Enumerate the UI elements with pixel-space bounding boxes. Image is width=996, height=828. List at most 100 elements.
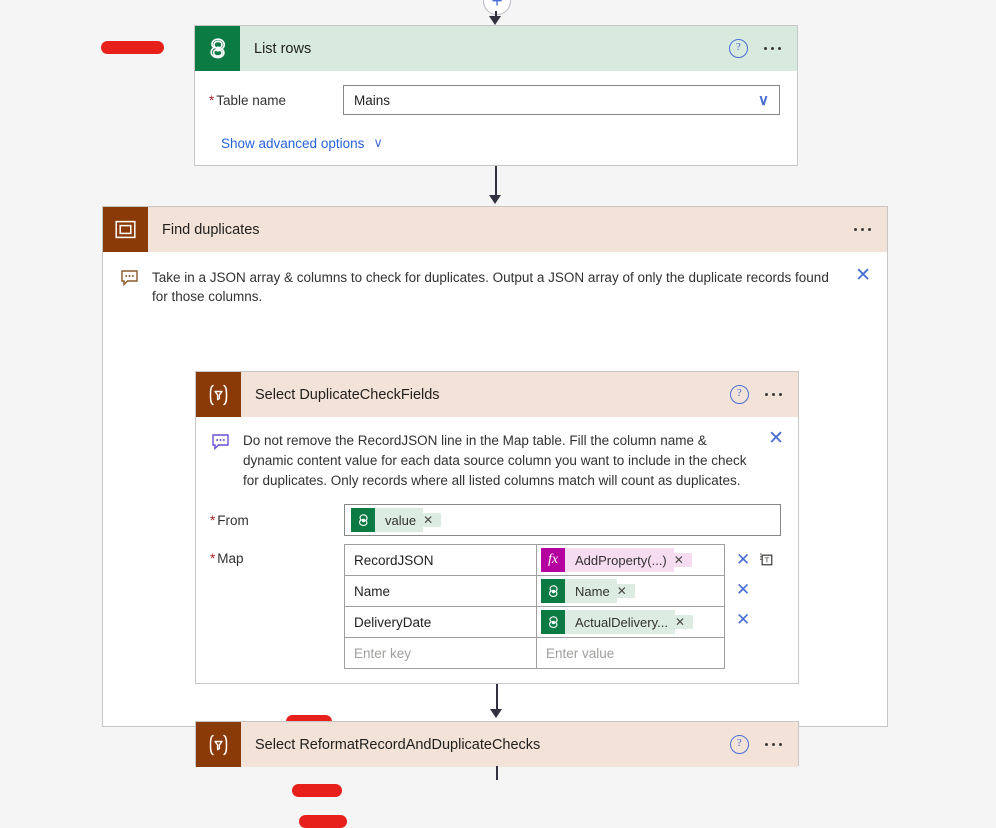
card-title-select-reformat: Select ReformatRecordAndDuplicateChecks <box>255 736 541 753</box>
required-marker: * <box>210 551 216 566</box>
card-header-actions: ? <box>729 385 798 404</box>
map-row-actions: ✕ <box>725 574 781 604</box>
help-icon[interactable]: ? <box>729 385 749 404</box>
map-row[interactable]: DeliveryDate ActualDelivery... ✕ <box>345 607 724 638</box>
remove-token-icon[interactable]: ✕ <box>616 584 635 598</box>
card-header-select-duplicate-check-fields[interactable]: Select DuplicateCheckFields ? <box>196 372 798 417</box>
ellipsis-icon[interactable] <box>763 46 781 51</box>
dataverse-icon <box>541 579 565 603</box>
table-name-dropdown[interactable]: Mains ∨ <box>343 85 780 115</box>
remove-token-icon[interactable]: ✕ <box>674 615 694 629</box>
connector-arrow-scope <box>489 195 501 204</box>
table-name-value: Mains <box>354 92 391 108</box>
card-title-list-rows: List rows <box>254 40 312 57</box>
select-comment: Do not remove the RecordJSON line in the… <box>196 417 798 491</box>
action-card-select-reformat-record-and-duplicate-checks[interactable]: Select ReformatRecordAndDuplicateChecks … <box>195 721 799 767</box>
field-map: * Map RecordJSON fx AddProperty(...) ✕ N… <box>210 544 781 669</box>
map-value-cell[interactable]: fx AddProperty(...) ✕ <box>537 545 724 575</box>
token-label: ActualDelivery... <box>565 610 675 634</box>
dataverse-icon <box>195 26 240 71</box>
card-title-find-duplicates: Find duplicates <box>162 221 260 238</box>
card-title-select-duplicate-check-fields: Select DuplicateCheckFields <box>255 386 440 403</box>
scope-icon <box>103 207 148 252</box>
connector-arrow-top <box>489 16 501 25</box>
from-input[interactable]: value ✕ <box>344 504 781 536</box>
map-value-placeholder[interactable]: Enter value <box>537 638 724 668</box>
ellipsis-icon[interactable] <box>764 392 782 397</box>
card-header-actions: ? <box>728 39 797 58</box>
redaction-bar-map-name <box>292 784 342 797</box>
map-row-actions: ✕ <box>725 604 781 634</box>
scope-body: Take in a JSON array & columns to check … <box>103 252 887 828</box>
switch-to-text-mode-icon[interactable]: T <box>759 552 774 567</box>
chevron-down-icon[interactable]: ∨ <box>373 135 383 151</box>
insert-step-button[interactable]: + <box>483 0 511 15</box>
map-key-cell[interactable]: DeliveryDate <box>345 607 537 637</box>
scope-comment-text: Take in a JSON array & columns to check … <box>152 270 829 304</box>
data-operation-select-icon <box>196 372 241 417</box>
redaction-bar-listrows <box>101 41 164 54</box>
map-row-actions: ✕ T <box>725 544 781 574</box>
plus-icon: + <box>491 0 503 12</box>
map-key-cell[interactable]: Name <box>345 576 537 606</box>
field-from: * From value ✕ <box>210 504 781 536</box>
card-header-select-reformat[interactable]: Select ReformatRecordAndDuplicateChecks … <box>196 722 798 767</box>
svg-text:T: T <box>765 555 770 564</box>
scope-header-actions <box>853 227 887 232</box>
map-table: RecordJSON fx AddProperty(...) ✕ Name Na… <box>344 544 725 669</box>
connector-line-select2-next <box>496 766 498 780</box>
token-actualdelivery[interactable]: ActualDelivery... ✕ <box>541 610 694 634</box>
map-value-cell[interactable]: Name ✕ <box>537 576 724 606</box>
map-row[interactable]: Name Name ✕ <box>345 576 724 607</box>
close-icon[interactable]: ✕ <box>768 429 784 448</box>
ellipsis-icon[interactable] <box>764 742 782 747</box>
comment-icon <box>121 270 138 286</box>
help-icon[interactable]: ? <box>728 39 748 58</box>
map-value-placeholder-text: Enter value <box>546 645 615 661</box>
card-header-find-duplicates[interactable]: Find duplicates <box>103 207 887 252</box>
dataverse-icon <box>351 508 375 532</box>
connector-arrow-select2 <box>490 709 502 718</box>
field-label-table-name: * Table name <box>209 92 287 108</box>
flow-designer-canvas: + List rows ? * Table name Mains ∨ Show … <box>0 0 996 828</box>
show-advanced-options-row[interactable]: Show advanced options ∨ <box>221 135 780 151</box>
token-addproperty[interactable]: fx AddProperty(...) ✕ <box>541 548 692 572</box>
token-name[interactable]: Name ✕ <box>541 579 635 603</box>
scope-comment: Take in a JSON array & columns to check … <box>103 252 887 306</box>
field-table-name: * Table name Mains ∨ <box>209 85 780 115</box>
required-marker: * <box>209 92 215 108</box>
action-card-select-duplicate-check-fields[interactable]: Select DuplicateCheckFields ? Do not rem… <box>195 371 799 828</box>
remove-token-icon[interactable]: ✕ <box>423 513 442 527</box>
delete-row-icon[interactable]: ✕ <box>736 611 750 628</box>
delete-row-icon[interactable]: ✕ <box>736 551 750 568</box>
map-row[interactable]: RecordJSON fx AddProperty(...) ✕ <box>345 545 724 576</box>
token-label: Name <box>565 579 617 603</box>
remove-token-icon[interactable]: ✕ <box>673 553 692 567</box>
delete-row-icon[interactable]: ✕ <box>736 581 750 598</box>
list-rows-body: * Table name Mains ∨ Show advanced option… <box>195 71 797 151</box>
scope-card-find-duplicates[interactable]: Find duplicates Take in a JSON array & c… <box>102 206 888 828</box>
field-label-from: * From <box>210 512 249 528</box>
function-fx-icon: fx <box>541 548 565 572</box>
card-header-list-rows[interactable]: List rows ? <box>195 26 797 71</box>
select-comment-text: Do not remove the RecordJSON line in the… <box>243 433 747 488</box>
map-value-cell[interactable]: ActualDelivery... ✕ <box>537 607 724 637</box>
action-card-list-rows[interactable]: List rows ? * Table name Mains ∨ Show adv… <box>194 25 798 166</box>
close-icon[interactable]: ✕ <box>855 266 871 285</box>
select-body: * From value ✕ * Map RecordJSON fx AddPr… <box>196 491 798 669</box>
data-operation-select-icon <box>196 722 241 767</box>
field-label-map: * Map <box>210 551 244 566</box>
map-key-cell[interactable]: RecordJSON <box>345 545 537 575</box>
help-icon[interactable]: ? <box>729 735 749 754</box>
ellipsis-icon[interactable] <box>853 227 871 232</box>
card-header-actions: ? <box>729 735 798 754</box>
chevron-down-icon[interactable]: ∨ <box>758 93 769 108</box>
dataverse-icon <box>541 610 565 634</box>
map-key-placeholder[interactable]: Enter key <box>345 638 537 668</box>
comment-icon <box>212 434 229 450</box>
token-value[interactable]: value ✕ <box>351 508 442 532</box>
map-row-empty[interactable]: Enter key Enter value <box>345 638 724 669</box>
token-label: AddProperty(...) <box>565 548 674 572</box>
show-advanced-options-link[interactable]: Show advanced options <box>221 136 364 151</box>
redaction-bar-map-deliverydate <box>299 815 347 828</box>
